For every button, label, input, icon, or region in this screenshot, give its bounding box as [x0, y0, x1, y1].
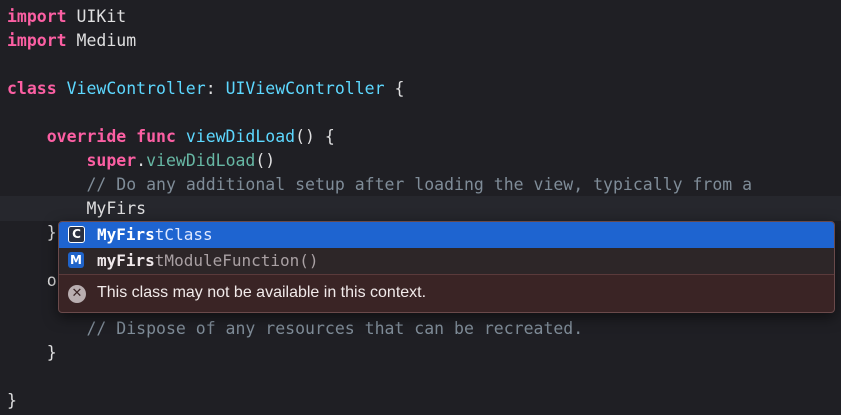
code-line-10: }	[7, 221, 57, 245]
rest-text: tClass	[154, 225, 213, 244]
availability-warning: ✕ This class may not be available in thi…	[59, 274, 834, 312]
brace: {	[384, 79, 405, 98]
completion-item-myfirstmodulefunction[interactable]: M myFirstModuleFunction()	[59, 248, 834, 274]
punctuation: ()	[255, 151, 276, 170]
code-line-2: import Medium	[7, 29, 136, 53]
partially-hidden-text: o	[7, 271, 57, 290]
code-line-12: // Dispose of any resources that can be …	[7, 317, 583, 341]
code-line-15: }	[7, 389, 17, 413]
match-text: MyFirs	[97, 225, 155, 244]
keyword: super	[86, 151, 137, 170]
code-line-9[interactable]: MyFirs	[7, 197, 146, 221]
dot: .	[136, 151, 147, 170]
code-line-6: override func viewDidLoad() {	[7, 125, 335, 149]
typed-text[interactable]: MyFirs	[86, 199, 146, 218]
closing-brace: }	[7, 391, 17, 410]
class-badge-icon: C	[68, 226, 85, 243]
keyword: override func	[46, 127, 176, 146]
module-name: UIKit	[66, 7, 127, 26]
match-text: myFirs	[97, 251, 155, 270]
keyword: import	[7, 7, 67, 26]
function-name: viewDidLoad	[175, 127, 296, 146]
method-call: viewDidLoad	[146, 151, 256, 170]
method-badge-icon: M	[68, 252, 84, 268]
code-line-7: super.viewDidLoad()	[7, 149, 275, 173]
comment: // Do any additional setup after loading…	[86, 175, 753, 194]
keyword: import	[7, 31, 67, 50]
module-name: Medium	[66, 31, 137, 50]
completion-label: myFirstModuleFunction()	[97, 248, 319, 274]
code-line-8: // Do any additional setup after loading…	[7, 173, 752, 197]
code-line-11: o	[7, 269, 57, 293]
closing-brace: }	[7, 223, 57, 242]
code-line-13: }	[7, 341, 57, 365]
x-circle-icon: ✕	[68, 285, 86, 303]
closing-brace: }	[7, 343, 57, 362]
separator: :	[205, 79, 226, 98]
keyword: class	[7, 79, 57, 98]
rest-text: tModuleFunction()	[154, 251, 319, 270]
code-editor[interactable]: import UIKit import Medium class ViewCon…	[0, 0, 841, 415]
comment: // Dispose of any resources that can be …	[86, 319, 584, 338]
completion-item-myfirstclass[interactable]: C MyFirstClass	[59, 222, 834, 248]
warning-text: This class may not be available in this …	[97, 284, 427, 301]
superclass-name: UIViewController	[225, 79, 385, 98]
autocomplete-popup: C MyFirstClass M myFirstModuleFunction()…	[58, 221, 835, 313]
completion-label: MyFirstClass	[97, 222, 213, 248]
code-line-4: class ViewController: UIViewController {	[7, 77, 404, 101]
punctuation: () {	[295, 127, 335, 146]
code-line-1: import UIKit	[7, 5, 126, 29]
class-name: ViewController	[56, 79, 206, 98]
